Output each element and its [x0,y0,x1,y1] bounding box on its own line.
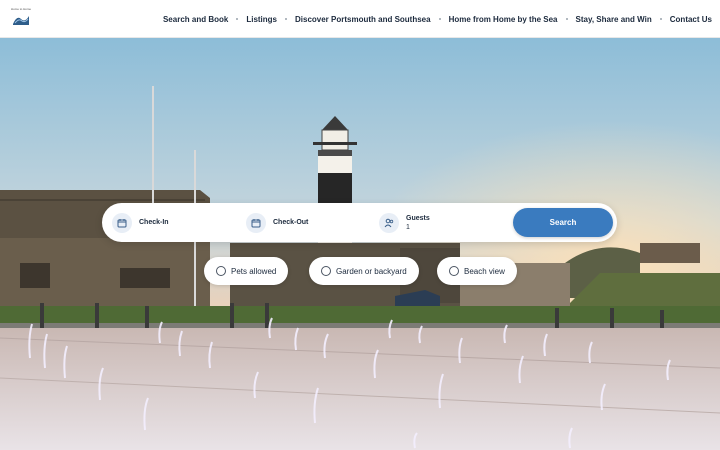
nav-separator [565,18,568,20]
nav-discover[interactable]: Discover Portsmouth and Southsea [295,15,431,24]
hero-illustration [0,38,720,450]
filter-garden-or-backyard[interactable]: Garden or backyard [309,257,419,285]
nav-separator [285,18,287,20]
booking-search-bar: Check-In Check-Out Guests 1 Search [102,203,617,242]
site-logo[interactable]: Home to Home [10,7,32,29]
nav-contact-us[interactable]: Contact Us [670,15,712,24]
nav-listings[interactable]: Listings [246,15,277,24]
calendar-icon [112,212,132,233]
nav-separator [659,18,662,20]
checkout-label: Check-Out [273,219,309,226]
checkout-field[interactable]: Check-Out [246,203,308,242]
nav-separator [438,18,441,20]
guests-field[interactable]: Guests 1 [379,203,430,242]
guests-label: Guests [406,214,430,222]
radio-icon [216,266,226,276]
nav-search-and-book[interactable]: Search and Book [163,15,228,24]
hero-image [0,38,720,450]
checkin-label: Check-In [139,219,169,226]
search-button[interactable]: Search [513,208,613,237]
guests-value: 1 [406,223,410,231]
guests-text: Guests 1 [406,215,430,231]
site-header: Home to Home Search and Book Listings Di… [0,0,720,38]
filter-beach-view[interactable]: Beach view [437,257,517,285]
filter-label: Garden or backyard [336,266,407,276]
nav-separator [236,18,239,20]
checkin-field[interactable]: Check-In [112,203,169,242]
nav-stay-share-win[interactable]: Stay, Share and Win [576,15,652,24]
filter-pets-allowed[interactable]: Pets allowed [204,257,289,285]
radio-icon [321,266,331,276]
main-nav: Search and Book Listings Discover Portsm… [163,0,712,38]
logo-wave-icon [13,16,29,25]
filter-label: Beach view [464,266,505,276]
radio-icon [449,266,459,276]
filter-label: Pets allowed [231,266,277,276]
nav-home-from-home[interactable]: Home from Home by the Sea [449,15,558,24]
users-icon [379,212,399,233]
calendar-icon [246,212,266,233]
